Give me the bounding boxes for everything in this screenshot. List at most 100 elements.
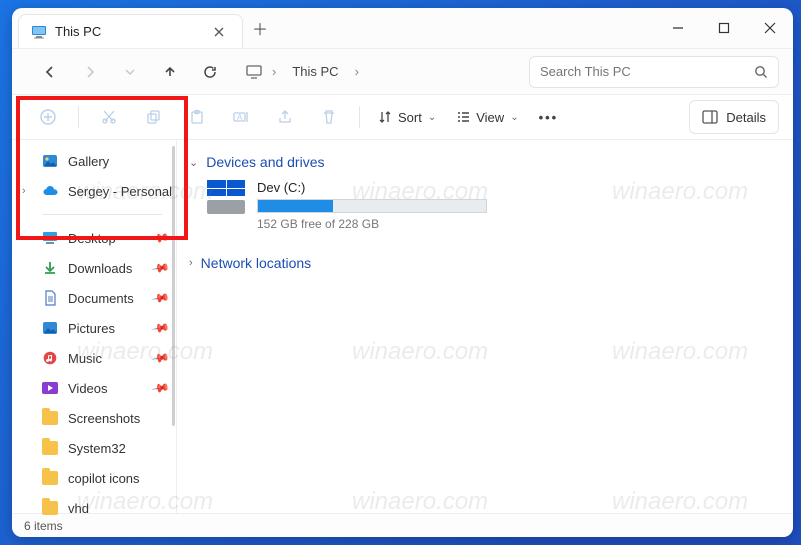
back-button[interactable] [32,54,68,90]
drive-free-text: 152 GB free of 228 GB [257,217,487,231]
sidebar-item-label: Desktop [68,231,116,246]
details-pane-button[interactable]: Details [689,100,779,134]
separator [78,106,79,128]
tab-this-pc[interactable]: This PC [18,14,243,48]
drive-info: Dev (C:) 152 GB free of 228 GB [257,180,487,231]
content-pane[interactable]: ⌄ Devices and drives Dev (C:) 152 GB fre… [177,140,793,513]
window-controls [655,8,793,48]
rename-button[interactable]: A [219,99,263,135]
forward-button[interactable] [72,54,108,90]
sidebar-item-label: copilot icons [68,471,140,486]
recent-locations-button[interactable] [112,54,148,90]
cut-button[interactable] [87,99,131,135]
section-title: Network locations [201,255,312,271]
nav-row: › This PC › [12,48,793,94]
folder-icon [42,470,58,486]
drive-usage-bar [257,199,487,213]
separator [359,106,360,128]
sidebar-item-copilot-icons[interactable]: copilot icons [12,463,176,493]
close-window-button[interactable] [747,8,793,48]
tab-close-button[interactable] [208,21,230,43]
new-tab-button[interactable]: ＋ [243,8,277,48]
pin-icon: 📌 [150,258,170,278]
tab-label: This PC [55,24,101,39]
sort-icon [378,110,392,124]
command-bar: A Sort ⌄ View ⌄ ••• Details [12,94,793,140]
explorer-window: This PC ＋ › This PC › [12,8,793,537]
sidebar-item-system32[interactable]: System32 [12,433,176,463]
minimize-button[interactable] [655,8,701,48]
monitor-icon [246,64,262,80]
chevron-right-icon[interactable]: › [22,185,26,197]
sidebar-item-vhd[interactable]: vhd [12,493,176,523]
chevron-down-icon: ⌄ [510,112,518,123]
chevron-right-icon: › [189,257,193,269]
breadcrumb-this-pc[interactable]: This PC [286,60,344,83]
pin-icon: 📌 [150,378,170,398]
videos-icon [42,380,58,396]
sidebar-item-label: vhd [68,501,89,516]
refresh-button[interactable] [192,54,228,90]
address-bar[interactable]: › This PC › [246,60,359,83]
drive-item[interactable]: Dev (C:) 152 GB free of 228 GB [189,180,775,231]
pin-icon: 📌 [150,288,170,308]
chevron-down-icon: ⌄ [189,156,198,169]
view-label: View [476,110,504,125]
sidebar-item-documents[interactable]: Documents 📌 [12,283,176,313]
section-devices-and-drives[interactable]: ⌄ Devices and drives [189,148,775,180]
chevron-down-icon: ⌄ [428,112,436,123]
maximize-button[interactable] [701,8,747,48]
pin-icon: 📌 [150,348,170,368]
search-input[interactable] [540,64,754,79]
sidebar-divider [42,214,162,215]
section-title: Devices and drives [206,154,324,170]
section-network-locations[interactable]: › Network locations [189,249,775,281]
copy-button[interactable] [131,99,175,135]
chevron-right-icon: › [272,64,276,79]
downloads-icon [42,260,58,276]
pin-icon: 📌 [150,318,170,338]
sidebar-item-label: Videos [68,381,108,396]
drive-name: Dev (C:) [257,180,487,195]
pin-icon: 📌 [150,228,170,248]
titlebar: This PC ＋ [12,8,793,48]
sidebar-item-screenshots[interactable]: Screenshots [12,403,176,433]
new-button[interactable] [26,99,70,135]
sidebar-item-label: Gallery [68,154,109,169]
sidebar-item-label: Sergey - Personal [68,184,172,199]
gallery-icon [42,153,58,169]
view-icon [456,110,470,124]
folder-icon [42,410,58,426]
search-box[interactable] [529,56,779,88]
share-button[interactable] [263,99,307,135]
body: Gallery › Sergey - Personal Desktop 📌 Do… [12,140,793,513]
search-icon [754,65,768,79]
sidebar-item-gallery[interactable]: Gallery [12,146,176,176]
navigation-pane: Gallery › Sergey - Personal Desktop 📌 Do… [12,140,177,513]
sidebar-item-pictures[interactable]: Pictures 📌 [12,313,176,343]
paste-button[interactable] [175,99,219,135]
sidebar-item-downloads[interactable]: Downloads 📌 [12,253,176,283]
sidebar-item-videos[interactable]: Videos 📌 [12,373,176,403]
up-button[interactable] [152,54,188,90]
sidebar-item-desktop[interactable]: Desktop 📌 [12,223,176,253]
folder-icon [42,500,58,516]
view-dropdown[interactable]: View ⌄ [446,99,528,135]
documents-icon [42,290,58,306]
sidebar-item-label: Screenshots [68,411,140,426]
music-icon [42,350,58,366]
sidebar-item-music[interactable]: Music 📌 [12,343,176,373]
this-pc-icon [31,24,47,40]
sort-dropdown[interactable]: Sort ⌄ [368,99,446,135]
drive-icon [207,180,245,214]
sidebar-item-label: Downloads [68,261,132,276]
delete-button[interactable] [307,99,351,135]
more-button[interactable]: ••• [529,99,569,135]
sidebar-item-onedrive[interactable]: › Sergey - Personal [12,176,176,206]
desktop-icon [42,230,58,246]
svg-text:A: A [237,113,243,122]
chevron-right-icon: › [355,64,359,79]
pictures-icon [42,320,58,336]
sidebar-item-label: Documents [68,291,134,306]
sidebar-scrollbar[interactable] [172,146,175,426]
